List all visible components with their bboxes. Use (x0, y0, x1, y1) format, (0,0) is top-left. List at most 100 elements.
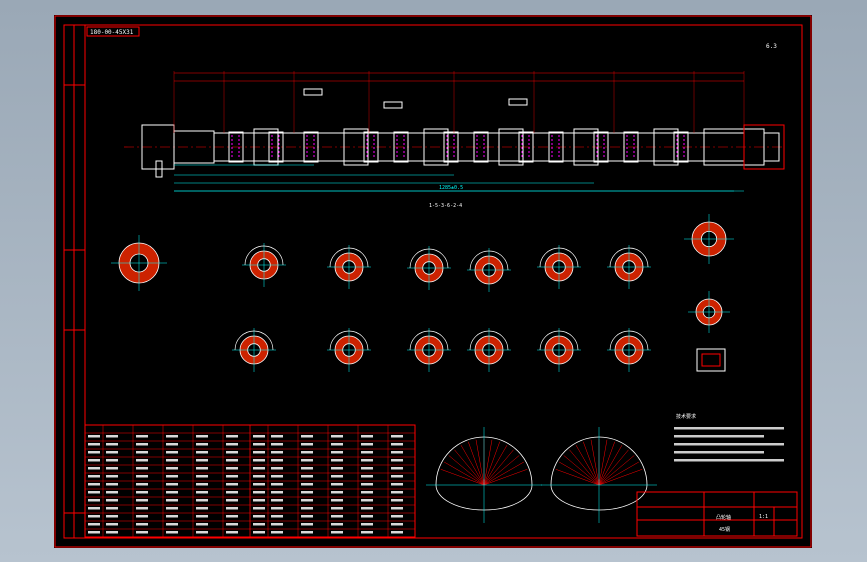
table-cell-text (301, 451, 313, 454)
table-cell-text (271, 459, 283, 462)
table-cell-text (271, 451, 283, 454)
table-cell-text (106, 523, 118, 526)
table-cell-text (361, 443, 373, 446)
tech-req-line (674, 435, 764, 438)
table-cell-text (136, 443, 148, 446)
table-cell-text (136, 467, 148, 470)
table-cell-text (361, 491, 373, 494)
table-cell-text (301, 467, 313, 470)
code-box-text: 180-00-45X31 (90, 29, 134, 36)
table-cell-text (136, 483, 148, 486)
table-cell-text (226, 491, 238, 494)
table-cell-text (136, 475, 148, 478)
table-cell-text (271, 523, 283, 526)
table-cell-text (271, 499, 283, 502)
table-cell-text (226, 435, 238, 438)
table-cell-text (136, 459, 148, 462)
table-cell-text (391, 459, 403, 462)
table-cell-text (301, 483, 313, 486)
table-cell-text (196, 475, 208, 478)
table-cell-text (166, 507, 178, 510)
table-cell-text (271, 531, 283, 534)
profile-ray (598, 461, 639, 486)
table-cell-text (331, 523, 343, 526)
table-cell-text (271, 515, 283, 518)
table-cell-text (136, 523, 148, 526)
table-cell-text (391, 451, 403, 454)
table-cell-text (361, 467, 373, 470)
tech-req-title: 技术要求 (676, 413, 696, 420)
table-cell-text (361, 483, 373, 486)
drawing-viewport[interactable]: 180-00-45X31 6.3 1-5-3-6-2-4 1285±0.5 技术… (54, 15, 812, 548)
tech-req-line (674, 459, 784, 462)
table-cell-text (106, 515, 118, 518)
table-cell-text (196, 467, 208, 470)
detail-block (696, 348, 726, 372)
table-cell-text (166, 467, 178, 470)
table-cell-text (106, 459, 118, 462)
table-cell-text (88, 435, 100, 438)
table-cell-text (196, 451, 208, 454)
table-cell-text (88, 451, 100, 454)
table-cell-text (106, 531, 118, 534)
table-cell-text (301, 459, 313, 462)
table-cell-text (253, 459, 265, 462)
table-cell-text (253, 443, 265, 446)
table-cell-text (361, 451, 373, 454)
table-cell-text (196, 443, 208, 446)
table-cell-text (253, 515, 265, 518)
table-cell-text (166, 459, 178, 462)
table-cell-text (106, 499, 118, 502)
table-cell-text (88, 475, 100, 478)
table-cell-text (88, 531, 100, 534)
table-cell-text (226, 451, 238, 454)
table-cell-text (271, 443, 283, 446)
table-cell-text (88, 507, 100, 510)
table-cell-text (196, 523, 208, 526)
parameter-table (84, 424, 416, 538)
table-cell-text (88, 483, 100, 486)
table-cell-text (253, 507, 265, 510)
table-cell-text (253, 531, 265, 534)
table-cell-text (253, 499, 265, 502)
roughness-note: 6.3 (766, 43, 777, 50)
title-block-material: 45钢 (719, 526, 730, 533)
table-cell-text (253, 523, 265, 526)
profile-ray (483, 461, 524, 486)
table-cell-text (88, 459, 100, 462)
table-cell-text (88, 467, 100, 470)
table-cell-text (226, 483, 238, 486)
table-cell-text (88, 443, 100, 446)
table-cell-text (331, 531, 343, 534)
table-cell-text (88, 491, 100, 494)
table-cell-text (271, 491, 283, 494)
table-cell-text (166, 451, 178, 454)
table-cell-text (166, 491, 178, 494)
table-cell-text (391, 435, 403, 438)
table-cell-text (271, 435, 283, 438)
table-cell-text (391, 531, 403, 534)
table-cell-text (196, 515, 208, 518)
camshaft-main-view (124, 71, 785, 192)
table-cell-text (253, 467, 265, 470)
section-views (111, 214, 734, 372)
table-cell-text (136, 507, 148, 510)
table-cell-text (166, 475, 178, 478)
table-cell-text (166, 523, 178, 526)
table-cell-text (106, 451, 118, 454)
table-cell-text (136, 435, 148, 438)
table-cell-text (271, 467, 283, 470)
table-cell-text (196, 483, 208, 486)
table-cell-text (361, 499, 373, 502)
table-cell-text (196, 531, 208, 534)
table-cell-text (331, 459, 343, 462)
table-cell-text (226, 475, 238, 478)
table-cell-text (391, 507, 403, 510)
table-cell-text (166, 443, 178, 446)
table-cell-text (166, 499, 178, 502)
table-cell-text (166, 435, 178, 438)
tolerance-flag (303, 88, 323, 96)
table-cell-text (271, 507, 283, 510)
table-cell-text (271, 483, 283, 486)
table-cell-text (361, 531, 373, 534)
